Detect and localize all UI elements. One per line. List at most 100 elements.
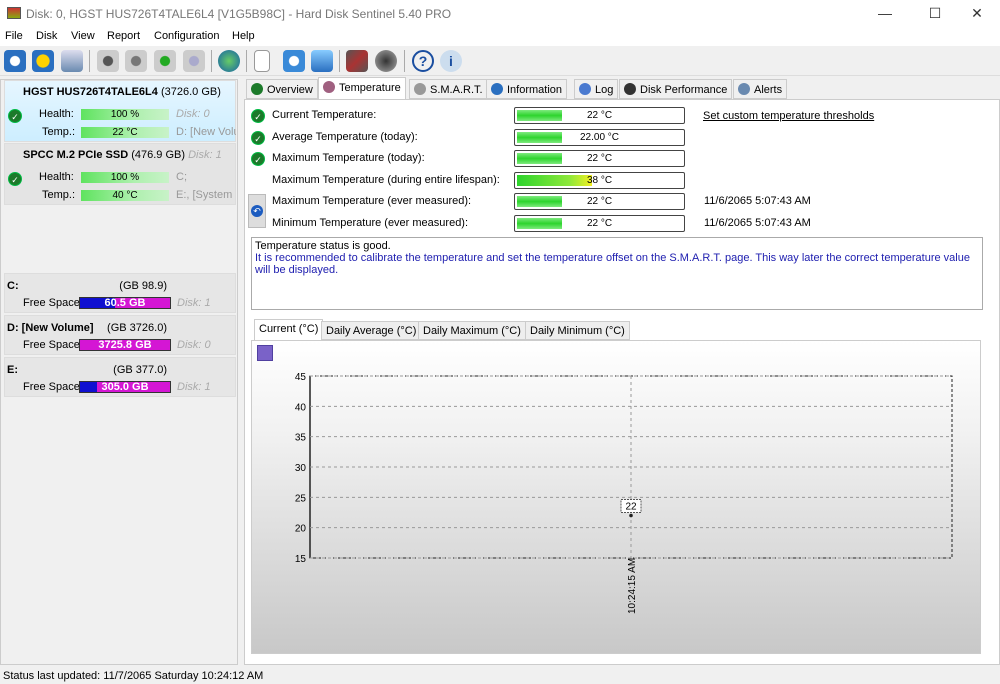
temp-label: Temp.: — [42, 189, 76, 201]
volume-item[interactable]: E: (377.0 GB) Free Space 305.0 GB Disk: 1 — [4, 357, 236, 397]
disk-ok-icon[interactable] — [154, 50, 176, 72]
tab-overview[interactable]: Overview — [246, 79, 318, 99]
menu-file[interactable]: File — [5, 30, 23, 42]
disk-item-0[interactable]: HGST HUS726T4TALE6L4 (3726.0 GB) ✓ Healt… — [4, 80, 236, 142]
temp-row-label: Minimum Temperature (ever measured): — [272, 216, 469, 229]
back-button[interactable]: ↶ — [248, 194, 266, 228]
minimize-button[interactable]: — — [862, 0, 908, 27]
menu-help[interactable]: Help — [232, 30, 255, 42]
temp-value-bar: 22 °C — [514, 150, 685, 167]
x-tick-label: 10:24:15 AM — [627, 558, 638, 614]
temp-bar: 22 °C — [81, 127, 169, 138]
tab-icon — [738, 83, 750, 95]
free-space-value: 3725.8 GB — [98, 339, 152, 351]
y-tick-label: 45 — [295, 372, 307, 383]
tab-icon — [323, 81, 335, 93]
tab-icon — [624, 83, 636, 95]
monitor-icon[interactable] — [346, 50, 368, 72]
volume-item[interactable]: C: (98.9 GB) Free Space 60.5 GB Disk: 1 — [4, 273, 236, 313]
disk-tool-icon[interactable] — [97, 50, 119, 72]
tab-s-m-a-r-t[interactable]: S.M.A.R.T. — [409, 79, 488, 99]
tab-disk-performance[interactable]: Disk Performance — [619, 79, 733, 99]
tab-information[interactable]: Information — [486, 79, 568, 99]
temp-value: 22 °C — [586, 196, 613, 207]
volume-name: D: [New Volume] — [7, 322, 94, 334]
temp-bar: 40 °C — [81, 190, 169, 201]
disk-drives: C; — [176, 171, 187, 183]
speaker-icon[interactable] — [375, 50, 397, 72]
temp-fill — [517, 110, 562, 121]
menu-configuration[interactable]: Configuration — [154, 30, 219, 42]
tab-log[interactable]: Log — [574, 79, 619, 99]
temp-value: 22 °C — [586, 153, 613, 164]
refresh-icon[interactable] — [4, 50, 26, 72]
app-icon — [7, 7, 21, 19]
globe-icon[interactable] — [218, 50, 240, 72]
temp-fill — [517, 131, 562, 143]
temp-fill — [517, 174, 592, 186]
status-text: Temperature status is good. — [255, 240, 391, 252]
disk-timer-icon[interactable] — [125, 50, 147, 72]
temp-date: 11/6/2065 5:07:43 AM — [704, 195, 811, 207]
chart-tab[interactable]: Daily Maximum (°C) — [418, 321, 526, 340]
check-icon: ✓ — [251, 130, 265, 145]
free-space-bar: 305.0 GB — [79, 381, 171, 393]
temp-value: 38 °C — [586, 174, 613, 186]
free-space-bar: 3725.8 GB — [79, 339, 171, 351]
disk-size: (3726.0 GB) — [160, 86, 221, 98]
disk-icon[interactable] — [61, 50, 83, 72]
toolbar-separator — [246, 50, 247, 72]
volume-size: (98.9 GB) — [119, 280, 167, 292]
help-icon[interactable]: ? — [412, 50, 434, 72]
status-bar: Status last updated: 11/7/2065 Saturday … — [3, 670, 264, 682]
tab-icon — [491, 83, 503, 95]
set-thresholds-link[interactable]: Set custom temperature thresholds — [703, 110, 874, 122]
free-space-label: Free Space — [23, 381, 80, 393]
disk-number: Disk: 1 — [188, 149, 222, 161]
tab-temperature[interactable]: Temperature — [318, 77, 406, 99]
alert-icon[interactable] — [32, 50, 54, 72]
disk-model: SPCC M.2 PCIe SSD — [23, 149, 129, 161]
tab-label: Disk Performance — [640, 84, 728, 96]
menu-view[interactable]: View — [71, 30, 95, 42]
temp-fill — [517, 153, 562, 164]
check-icon: ✓ — [8, 172, 22, 186]
used-space-fill — [80, 382, 98, 392]
title-bar: Disk: 0, HGST HUS726T4TALE6L4 [V1G5B98C]… — [0, 0, 1000, 27]
window-title: Disk: 0, HGST HUS726T4TALE6L4 [V1G5B98C]… — [26, 7, 452, 21]
volume-item[interactable]: D: [New Volume] (3726.0 GB) Free Space 3725… — [4, 315, 236, 355]
temperature-chart: 45 40 35 30 25 20 15 10:24:15 AM 22 — [295, 372, 953, 614]
chart-tab[interactable]: Current (°C) — [254, 319, 324, 340]
tab-label: S.M.A.R.T. — [430, 84, 483, 96]
temp-row-label: Maximum Temperature (ever measured): — [272, 195, 472, 207]
free-space-label: Free Space — [23, 297, 80, 309]
toolbar: ? i — [0, 46, 1000, 76]
disk-search-icon[interactable] — [183, 50, 205, 72]
info-icon[interactable]: i — [440, 50, 462, 72]
free-space-value: 60.5 GB — [104, 297, 146, 309]
tab-label: Alerts — [754, 84, 783, 96]
temp-value: 22 °C — [586, 110, 613, 121]
menu-disk[interactable]: Disk — [36, 30, 57, 42]
close-button[interactable]: ✕ — [954, 0, 1000, 27]
y-tick-label: 30 — [295, 463, 307, 474]
temp-row-label: Maximum Temperature (during entire lifes… — [272, 173, 500, 186]
tab-label: Temperature — [339, 82, 401, 94]
tab-alerts[interactable]: Alerts — [733, 79, 788, 99]
temp-row-label: Current Temperature: — [272, 109, 377, 121]
disk-item-1[interactable]: SPCC M.2 PCIe SSD (476.9 GB) Disk: 1 ✓ H… — [4, 143, 236, 205]
temp-fill — [517, 196, 562, 207]
maximize-button[interactable]: ☐ — [912, 0, 958, 27]
menu-report[interactable]: Report — [107, 30, 140, 42]
menu-bar: File Disk View Report Configuration Help — [0, 27, 1000, 46]
chart-tab[interactable]: Daily Average (°C) — [321, 321, 422, 340]
report-icon[interactable] — [254, 50, 270, 72]
temp-value: 22 °C — [586, 217, 613, 229]
tab-label: Log — [595, 84, 614, 96]
sync-icon[interactable] — [283, 50, 305, 72]
toolbar-separator — [339, 50, 340, 72]
health-bar: 100 % — [81, 109, 169, 120]
back-arrow-icon: ↶ — [251, 205, 263, 217]
network-icon[interactable] — [311, 50, 333, 72]
chart-tab[interactable]: Daily Minimum (°C) — [525, 321, 630, 340]
